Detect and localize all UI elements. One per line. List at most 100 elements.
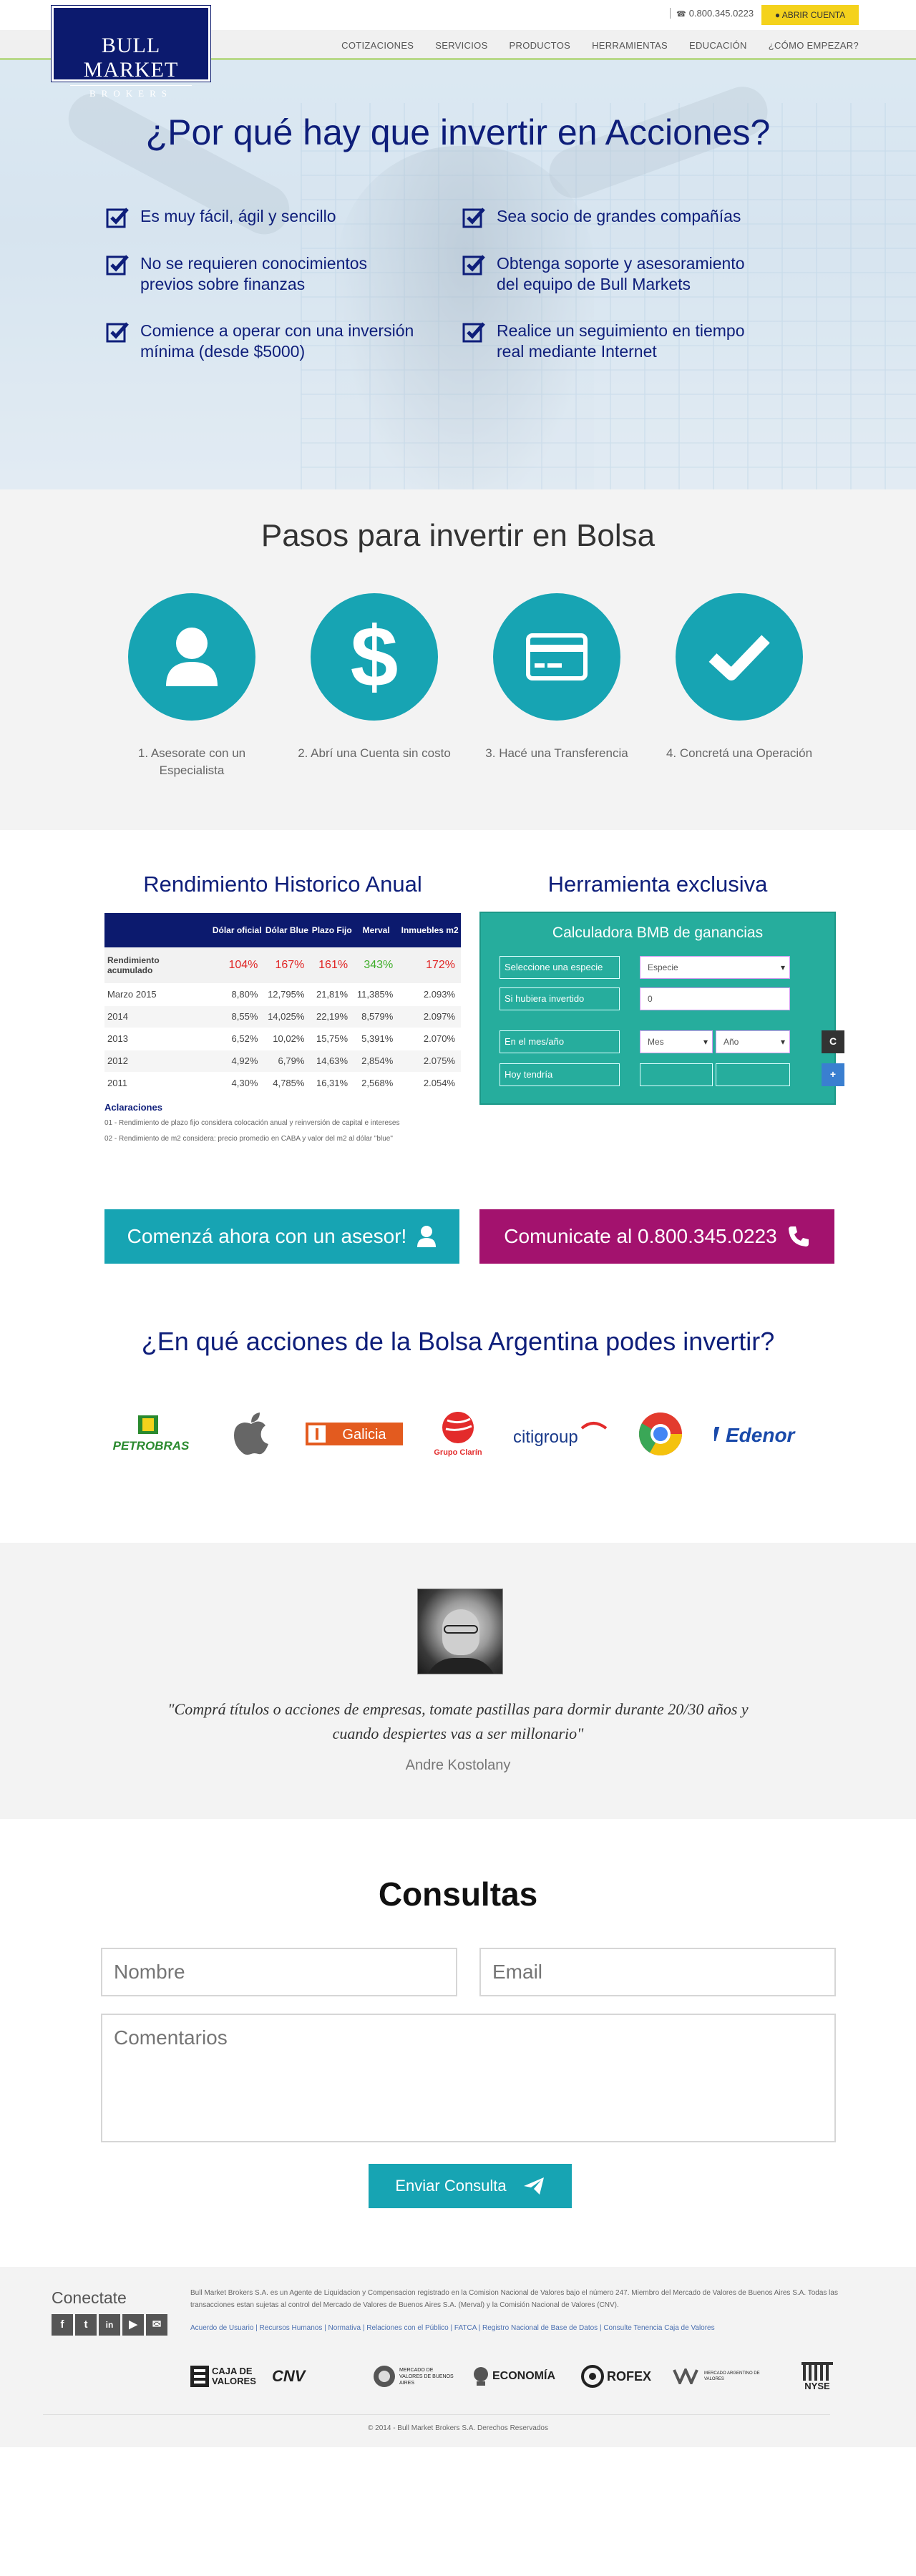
email-icon[interactable]: ✉ bbox=[146, 2314, 167, 2336]
table-cell: 2,854% bbox=[354, 1050, 399, 1073]
email-input[interactable] bbox=[479, 1948, 836, 1996]
table-cell: 161% bbox=[310, 947, 354, 984]
hero-title: ¿Por qué hay que invertir en Acciones? bbox=[145, 112, 771, 152]
nav-cotizaciones[interactable]: COTIZACIONES bbox=[341, 40, 414, 51]
performance-section: Rendimiento Historico Anual Dólar oficia… bbox=[0, 830, 916, 1216]
table-row: 2013 6,52% 10,02% 15,75% 5,391% 2.070% bbox=[104, 1028, 461, 1050]
table-cell: 10,02% bbox=[263, 1028, 311, 1050]
hero-feature: No se requieren conocimientos previos so… bbox=[106, 253, 421, 295]
citigroup-logo: citigroup bbox=[512, 1408, 613, 1460]
stocks-title: ¿En qué acciones de la Bolsa Argentina p… bbox=[141, 1327, 775, 1356]
regulator-name: NYSE bbox=[804, 2380, 830, 2391]
nav-productos[interactable]: PRODUCTOS bbox=[510, 40, 571, 51]
legal-text: Bull Market Brokers S.A. es un Agente de… bbox=[190, 2289, 838, 2309]
table-cell: 2.093% bbox=[399, 983, 461, 1006]
send-button[interactable]: Enviar Consulta bbox=[369, 2164, 572, 2208]
paper-plane-icon bbox=[522, 2176, 545, 2196]
clarin-logo: Grupo Clarín bbox=[429, 1408, 487, 1460]
logo-title: BULL MARKET bbox=[83, 34, 179, 82]
invertido-label: Si hubiera invertido bbox=[500, 987, 620, 1010]
linkedin-icon[interactable]: in bbox=[99, 2314, 120, 2336]
footer-divider bbox=[43, 2414, 830, 2415]
tool-title: Herramienta exclusiva bbox=[547, 872, 768, 897]
month-select[interactable]: Mes bbox=[640, 1030, 713, 1053]
twitter-icon[interactable]: t bbox=[75, 2314, 97, 2336]
header-phone[interactable]: ☎ 0.800.345.0223 bbox=[670, 8, 754, 19]
hero-feature-text: Comience a operar con una inversión míni… bbox=[140, 321, 414, 361]
table-row: 2014 8,55% 14,025% 22,19% 8,579% 2.097% bbox=[104, 1005, 461, 1028]
hero-feature-text: Realice un seguimiento en tiempo real me… bbox=[497, 321, 745, 361]
table-cell: 22,19% bbox=[310, 1005, 354, 1028]
calculate-button[interactable]: C bbox=[822, 1030, 844, 1053]
footer-links[interactable]: Acuerdo de Usuario | Recursos Humanos | … bbox=[190, 2324, 715, 2332]
table-cell: 14,63% bbox=[310, 1050, 354, 1073]
quote-section: "Comprá títulos o acciones de empresas, … bbox=[0, 1543, 916, 1819]
name-input[interactable] bbox=[101, 1948, 457, 1996]
brand-name: PETROBRAS bbox=[113, 1439, 190, 1453]
table-row: 2012 4,92% 6,79% 14,63% 2,854% 2.075% bbox=[104, 1050, 461, 1073]
table-cell: 4,30% bbox=[210, 1072, 264, 1095]
table-row: Rendimiento acumulado 104% 167% 161% 343… bbox=[104, 947, 461, 984]
step-item: $ 2. Abrí una Cuenta sin costo bbox=[296, 593, 453, 762]
table-cell: 5,391% bbox=[354, 1028, 399, 1050]
facebook-icon[interactable]: f bbox=[52, 2314, 73, 2336]
cnv-logo: CNV bbox=[272, 2357, 358, 2396]
caja-de-valores-logo: CAJA DE VALORES bbox=[190, 2357, 262, 2396]
table-cell: 2.075% bbox=[399, 1050, 461, 1073]
especie-select[interactable]: Especie bbox=[640, 956, 790, 979]
mav-logo: MERCADO ARGENTINO DE VALORES bbox=[673, 2357, 770, 2396]
table-cell: 172% bbox=[399, 947, 461, 984]
table-header: Inmuebles m2 bbox=[399, 913, 461, 947]
galicia-logo: Galicia bbox=[305, 1408, 404, 1460]
connect-title: Conectate bbox=[52, 2288, 127, 2307]
table-cell: 6,79% bbox=[263, 1050, 311, 1073]
table-header: Dólar oficial bbox=[210, 913, 264, 947]
nav-servicios[interactable]: SERVICIOS bbox=[435, 40, 487, 51]
table-row: Marzo 2015 8,80% 12,795% 21,81% 11,385% … bbox=[104, 983, 461, 1006]
table-cell: 2012 bbox=[104, 1050, 210, 1073]
hero-feature: Comience a operar con una inversión míni… bbox=[106, 321, 421, 362]
table-cell: 2014 bbox=[104, 1005, 210, 1028]
checkbox-icon bbox=[106, 208, 129, 228]
footer: Conectate f t in ▶ ✉ Bull Market Brokers… bbox=[0, 2267, 916, 2447]
amount-input[interactable]: 0 bbox=[640, 987, 790, 1010]
table-cell: 14,025% bbox=[263, 1005, 311, 1028]
table-cell: 15,75% bbox=[310, 1028, 354, 1050]
check-icon bbox=[676, 593, 803, 721]
table-cell: 11,385% bbox=[354, 983, 399, 1006]
call-button[interactable]: Comunicate al 0.800.345.0223 bbox=[479, 1209, 834, 1264]
table-cell: 16,31% bbox=[310, 1072, 354, 1095]
nav-educacion[interactable]: EDUCACIÓN bbox=[689, 40, 747, 51]
brand-name: Galicia bbox=[342, 1427, 386, 1443]
logo-subtitle: BROKERS bbox=[89, 88, 172, 99]
header-phone-text: 0.800.345.0223 bbox=[688, 8, 754, 19]
advisor-button[interactable]: Comenzá ahora con un asesor! bbox=[104, 1209, 459, 1264]
phone-icon: ☎ bbox=[676, 10, 686, 19]
table-header: Plazo Fijo bbox=[310, 913, 354, 947]
table-cell: 4,785% bbox=[263, 1072, 311, 1095]
step-item: 4. Concretá una Operación bbox=[661, 593, 818, 762]
petrobras-logo: PETROBRAS bbox=[104, 1408, 198, 1460]
year-select[interactable]: Año bbox=[716, 1030, 790, 1053]
logo-divider bbox=[70, 85, 192, 86]
nav-herramientas[interactable]: HERRAMIENTAS bbox=[592, 40, 668, 51]
open-account-button[interactable]: ● ABRIR CUENTA bbox=[761, 5, 859, 25]
quote-author: Andre Kostolany bbox=[405, 1757, 511, 1773]
calculator-title: Calculadora BMB de ganancias bbox=[552, 924, 764, 941]
nav-como-empezar[interactable]: ¿CÓMO EMPEZAR? bbox=[769, 40, 859, 51]
phone-icon bbox=[787, 1225, 810, 1248]
regulator-name: CAJA DE VALORES bbox=[212, 2366, 256, 2386]
table-cell: 104% bbox=[210, 947, 264, 984]
checkbox-icon bbox=[106, 322, 129, 343]
table-cell: Marzo 2015 bbox=[104, 983, 210, 1006]
comments-textarea[interactable] bbox=[101, 2014, 836, 2142]
table-cell: 2.097% bbox=[399, 1005, 461, 1028]
note-text: 01 - Rendimiento de plazo fijo considera… bbox=[104, 1119, 400, 1127]
result-field bbox=[640, 1063, 713, 1086]
youtube-icon[interactable]: ▶ bbox=[122, 2314, 144, 2336]
logo[interactable]: BULL MARKET BROKERS bbox=[51, 5, 211, 99]
add-button[interactable]: + bbox=[822, 1063, 844, 1086]
regulator-name: MERCADO ARGENTINO DE VALORES bbox=[704, 2371, 760, 2381]
table-cell: 2013 bbox=[104, 1028, 210, 1050]
table-header-row: Dólar oficial Dólar Blue Plazo Fijo Merv… bbox=[104, 913, 461, 947]
